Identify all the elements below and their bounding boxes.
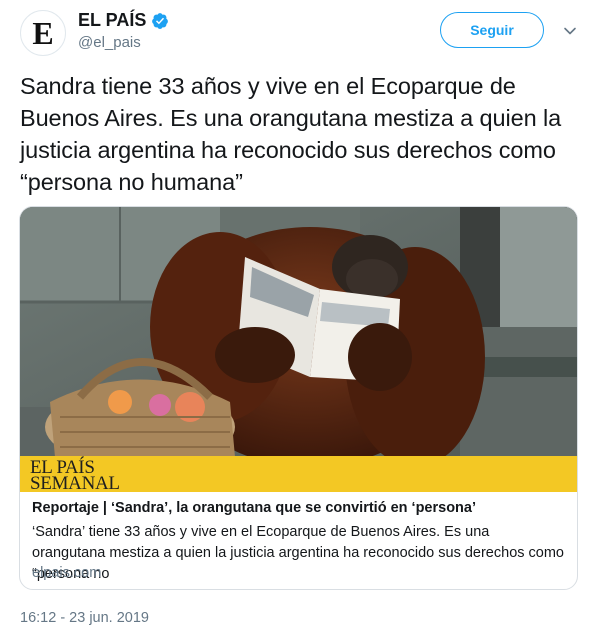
verified-badge-icon bbox=[152, 12, 169, 29]
display-name[interactable]: EL PAÍS bbox=[78, 10, 146, 31]
handle[interactable]: @el_pais bbox=[78, 34, 141, 51]
link-card[interactable]: EL PAÍS SEMANAL Reportaje | ‘Sandra’, la… bbox=[19, 206, 578, 590]
orangutan-photo bbox=[20, 207, 577, 492]
follow-button[interactable]: Seguir bbox=[440, 12, 544, 48]
timestamp[interactable]: 16:12 - 23 jun. 2019 bbox=[20, 610, 149, 626]
brand-logo-line2: SEMANAL bbox=[30, 473, 120, 494]
tweet-text: Sandra tiene 33 años y vive en el Ecopar… bbox=[20, 73, 562, 195]
avatar[interactable]: E bbox=[20, 10, 66, 56]
card-description: ‘Sandra’ tiene 33 años y vive en el Ecop… bbox=[32, 524, 564, 582]
card-image[interactable] bbox=[20, 207, 577, 492]
card-title[interactable]: Reportaje | ‘Sandra’, la orangutana que … bbox=[32, 500, 476, 516]
chevron-down-icon[interactable] bbox=[563, 24, 577, 38]
card-domain: elpais.com bbox=[32, 565, 102, 581]
brand-logo: EL PAÍS SEMANAL bbox=[30, 458, 120, 494]
name-row[interactable]: EL PAÍS bbox=[78, 10, 169, 31]
tweet-header: E EL PAÍS @el_pais Seguir bbox=[0, 0, 604, 62]
